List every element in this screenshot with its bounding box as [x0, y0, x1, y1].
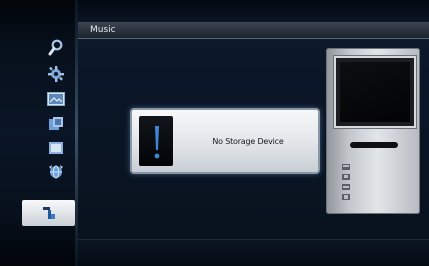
dialog-message: No Storage Device	[212, 136, 284, 146]
device-slot	[350, 142, 398, 148]
music-icon	[41, 205, 57, 221]
folder-icon	[48, 141, 64, 155]
section-title-bar: Music	[78, 22, 429, 39]
sidebar-item-settings[interactable]	[42, 62, 70, 86]
sidebar-item-files[interactable]	[42, 136, 70, 160]
sidebar-item-search[interactable]	[42, 36, 70, 60]
device-screen	[334, 56, 416, 128]
device-port-icon	[342, 164, 350, 170]
media-player-device-icon	[326, 48, 420, 214]
sidebar-item-video[interactable]	[42, 112, 70, 136]
top-band	[78, 0, 429, 22]
sidebar-item-network[interactable]	[42, 160, 70, 184]
main-panel: Music No Storage Device	[78, 0, 429, 266]
magnifier-icon	[48, 39, 64, 57]
sidebar-item-music[interactable]	[22, 200, 75, 226]
film-icon	[48, 116, 64, 132]
picture-icon	[47, 92, 65, 106]
screen: Music No Storage Device	[0, 0, 429, 266]
globe-icon	[47, 163, 65, 181]
bottom-band	[78, 239, 429, 266]
exclamation-icon	[139, 116, 173, 166]
device-port-icon	[342, 194, 350, 200]
sidebar-menu	[0, 0, 78, 266]
section-title: Music	[90, 25, 116, 35]
device-port-icon	[342, 174, 350, 180]
no-storage-dialog[interactable]: No Storage Device	[130, 108, 320, 174]
device-port-icon	[342, 184, 350, 190]
gear-icon	[47, 65, 65, 83]
sidebar-item-photo[interactable]	[42, 87, 70, 111]
